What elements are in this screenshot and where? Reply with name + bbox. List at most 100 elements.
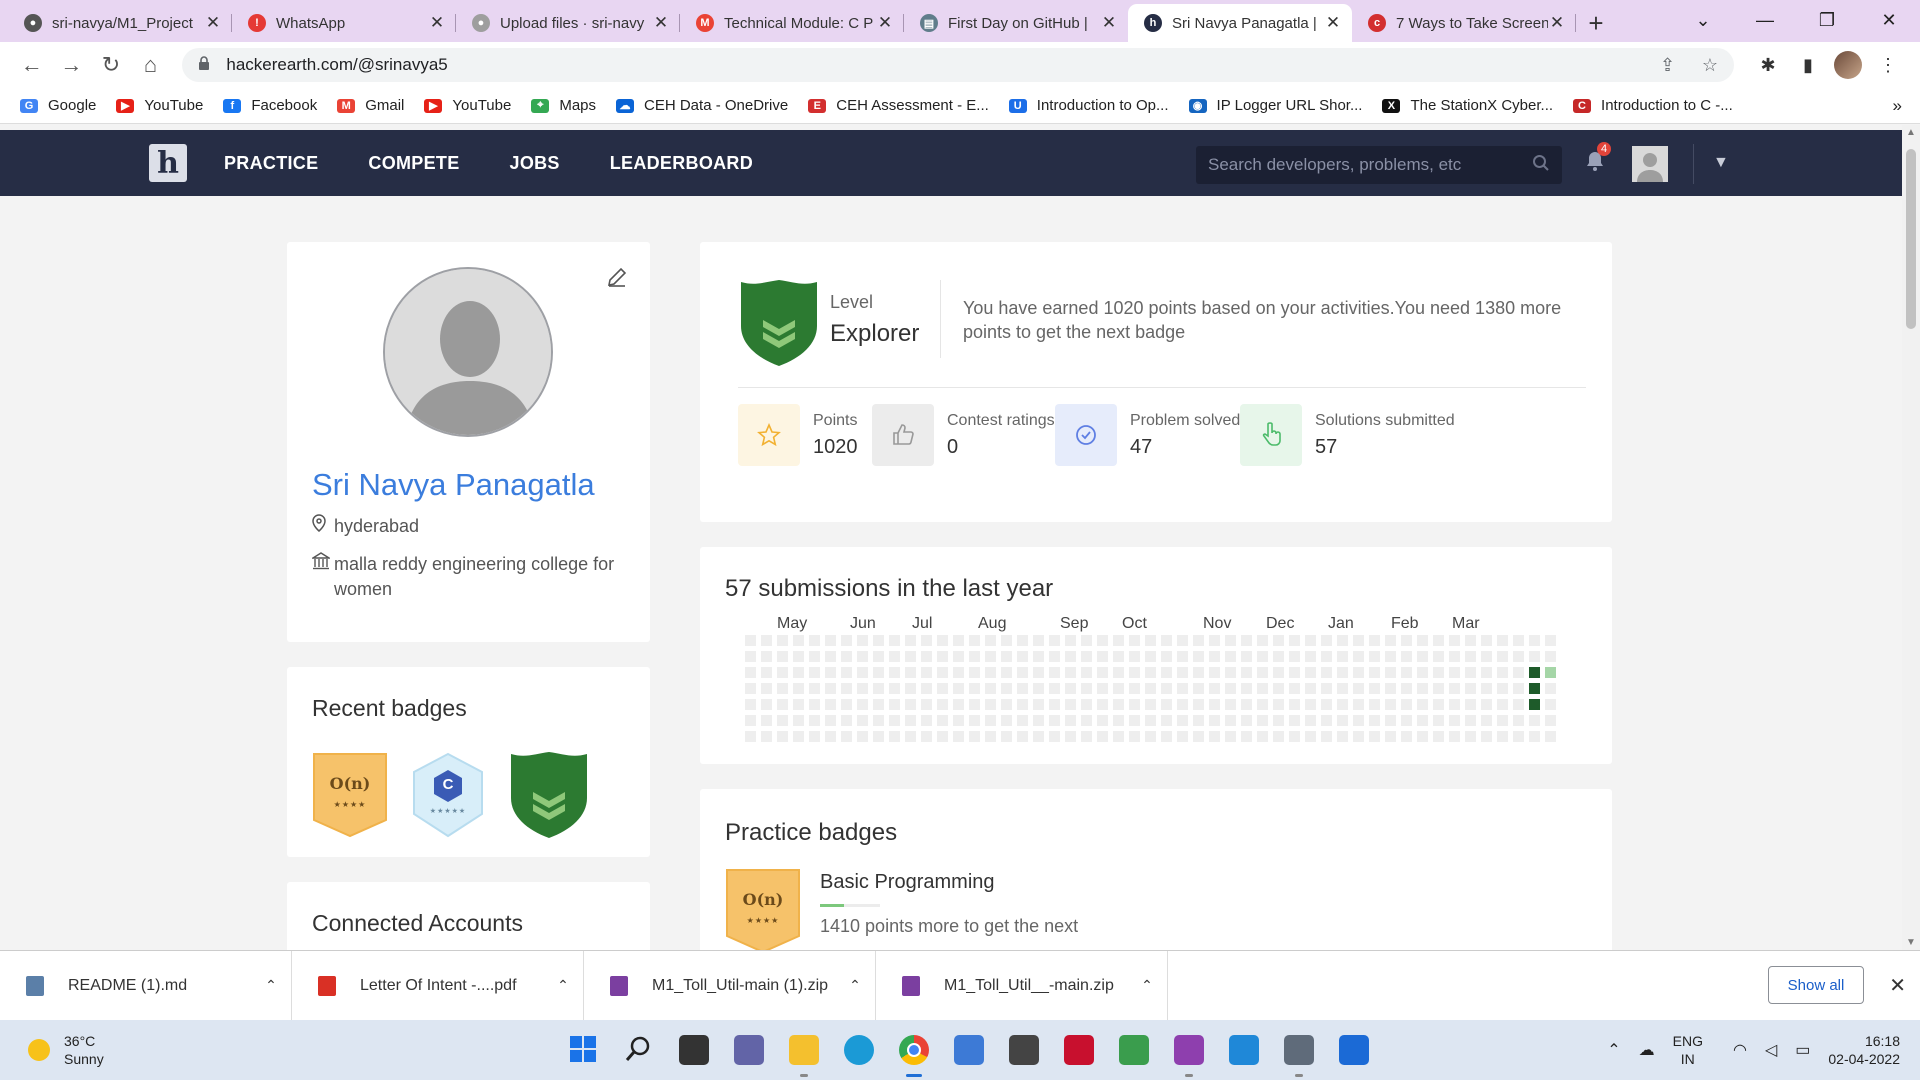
heatmap-cell[interactable]: [1465, 667, 1476, 678]
heatmap-cell[interactable]: [969, 651, 980, 662]
bookmark-item[interactable]: ▶ YouTube: [424, 97, 511, 114]
heatmap-cell[interactable]: [1497, 699, 1508, 710]
heatmap-cell[interactable]: [937, 667, 948, 678]
heatmap-cell[interactable]: [1353, 715, 1364, 726]
heatmap-cell[interactable]: [1145, 731, 1156, 742]
onedrive-cloud-icon[interactable]: ☁: [1639, 1040, 1655, 1060]
heatmap-cell[interactable]: [761, 635, 772, 646]
heatmap-cell[interactable]: [1065, 715, 1076, 726]
heatmap-cell[interactable]: [1465, 683, 1476, 694]
heatmap-cell[interactable]: [953, 635, 964, 646]
heatmap-cell[interactable]: [1161, 635, 1172, 646]
heatmap-cell[interactable]: [1305, 667, 1316, 678]
heatmap-cell[interactable]: [1417, 651, 1428, 662]
heatmap-cell[interactable]: [841, 651, 852, 662]
heatmap-cell[interactable]: [1465, 731, 1476, 742]
heatmap-cell[interactable]: [1017, 651, 1028, 662]
bookmark-item[interactable]: ▶ YouTube: [116, 97, 203, 114]
heatmap-cell[interactable]: [825, 731, 836, 742]
tab-close-icon[interactable]: ✕: [1548, 13, 1566, 33]
bookmark-item[interactable]: ⌖ Maps: [531, 97, 596, 114]
heatmap-cell[interactable]: [1065, 651, 1076, 662]
heatmap-cell[interactable]: [1113, 699, 1124, 710]
user-menu-caret-icon[interactable]: ▼: [1713, 154, 1729, 172]
heatmap-cell[interactable]: [1353, 731, 1364, 742]
explorer-badge-icon[interactable]: [509, 752, 589, 843]
user-avatar[interactable]: [1632, 146, 1668, 182]
wifi-icon[interactable]: ◠: [1733, 1040, 1747, 1060]
heatmap-cell[interactable]: [1513, 683, 1524, 694]
heatmap-cell[interactable]: [1209, 683, 1220, 694]
browser-tab[interactable]: ● Upload files · sri-navy ✕: [456, 4, 680, 42]
heatmap-cell[interactable]: [1049, 731, 1060, 742]
heatmap-cell[interactable]: [793, 715, 804, 726]
heatmap-cell[interactable]: [1225, 731, 1236, 742]
heatmap-cell[interactable]: [1241, 715, 1252, 726]
heatmap-cell[interactable]: [1081, 667, 1092, 678]
heatmap-cell[interactable]: [1209, 651, 1220, 662]
heatmap-cell[interactable]: [1113, 667, 1124, 678]
heatmap-cell[interactable]: [1369, 699, 1380, 710]
heatmap-cell[interactable]: [953, 699, 964, 710]
heatmap-cell[interactable]: [1097, 731, 1108, 742]
heatmap-cell[interactable]: [985, 683, 996, 694]
heatmap-cell[interactable]: [793, 683, 804, 694]
heatmap-cell[interactable]: [905, 667, 916, 678]
heatmap-cell[interactable]: [857, 715, 868, 726]
heatmap-cell[interactable]: [1433, 715, 1444, 726]
heatmap-cell[interactable]: [1001, 651, 1012, 662]
heatmap-cell[interactable]: [777, 715, 788, 726]
heatmap-cell[interactable]: [873, 731, 884, 742]
heatmap-cell[interactable]: [873, 667, 884, 678]
heatmap-cell[interactable]: [761, 731, 772, 742]
heatmap-cell[interactable]: [1161, 731, 1172, 742]
heatmap-cell[interactable]: [841, 635, 852, 646]
heatmap-cell[interactable]: [857, 731, 868, 742]
heatmap-cell[interactable]: [1193, 715, 1204, 726]
heatmap-cell[interactable]: [841, 683, 852, 694]
heatmap-cell[interactable]: [969, 683, 980, 694]
heatmap-cell[interactable]: [1273, 635, 1284, 646]
heatmap-cell[interactable]: [777, 731, 788, 742]
volume-icon[interactable]: ◁: [1765, 1040, 1777, 1060]
heatmap-cell[interactable]: [761, 715, 772, 726]
bookmark-item[interactable]: C Introduction to C -...: [1573, 97, 1733, 114]
heatmap-cell[interactable]: [1305, 683, 1316, 694]
heatmap-cell[interactable]: [1033, 667, 1044, 678]
taskbar-app[interactable]: [831, 1020, 886, 1080]
heatmap-cell[interactable]: [921, 731, 932, 742]
heatmap-cell[interactable]: [873, 651, 884, 662]
reload-icon[interactable]: ↻: [91, 52, 131, 78]
heatmap-cell[interactable]: [953, 651, 964, 662]
heatmap-cell[interactable]: [745, 683, 756, 694]
heatmap-cell[interactable]: [1145, 699, 1156, 710]
heatmap-cell[interactable]: [1417, 683, 1428, 694]
share-icon[interactable]: ⇪: [1660, 55, 1675, 75]
heatmap-cell[interactable]: [745, 699, 756, 710]
heatmap-cell[interactable]: [1401, 731, 1412, 742]
bookmark-star-icon[interactable]: ☆: [1702, 55, 1718, 75]
heatmap-cell[interactable]: [1017, 683, 1028, 694]
heatmap-cell[interactable]: [777, 635, 788, 646]
heatmap-cell[interactable]: [1225, 699, 1236, 710]
heatmap-cell[interactable]: [809, 667, 820, 678]
taskbar-app[interactable]: [721, 1020, 776, 1080]
heatmap-cell[interactable]: [1513, 731, 1524, 742]
heatmap-cell[interactable]: [905, 699, 916, 710]
heatmap-cell[interactable]: [1497, 635, 1508, 646]
minimize-button[interactable]: —: [1734, 10, 1796, 31]
heatmap-cell[interactable]: [1161, 683, 1172, 694]
heatmap-cell[interactable]: [921, 667, 932, 678]
heatmap-cell[interactable]: [1481, 651, 1492, 662]
heatmap-cell[interactable]: [889, 699, 900, 710]
heatmap-cell[interactable]: [745, 715, 756, 726]
lock-icon[interactable]: [198, 55, 212, 75]
heatmap-cell[interactable]: [953, 715, 964, 726]
practice-badge-name[interactable]: Basic Programming: [820, 871, 995, 894]
heatmap-cell[interactable]: [809, 699, 820, 710]
heatmap-cell[interactable]: [937, 731, 948, 742]
battery-icon[interactable]: ▭: [1795, 1040, 1810, 1060]
page-scrollbar[interactable]: ▲ ▼: [1902, 125, 1920, 950]
taskbar-app[interactable]: [666, 1020, 721, 1080]
heatmap-cell[interactable]: [1193, 683, 1204, 694]
